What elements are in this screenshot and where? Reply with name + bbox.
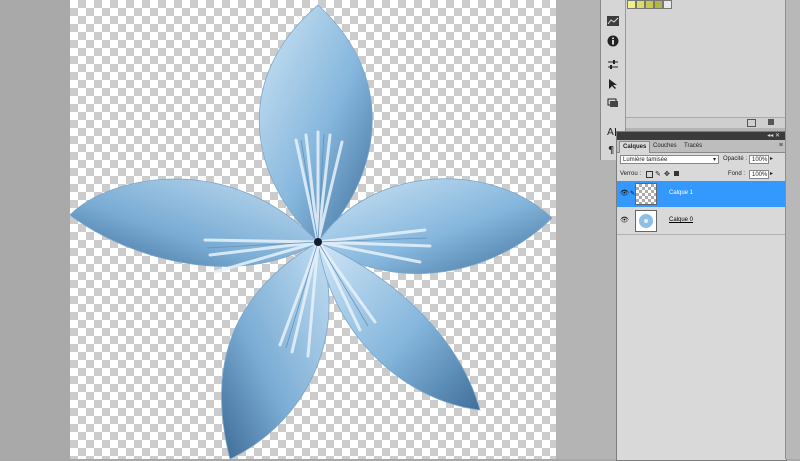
- histogram-icon[interactable]: [604, 12, 622, 30]
- lock-all-icon[interactable]: [674, 171, 679, 176]
- opacity-input[interactable]: 100%: [749, 155, 769, 164]
- layer-row-calque-1[interactable]: 👁 ✎ Calque 1: [617, 181, 786, 207]
- layer-name[interactable]: Calque 1: [669, 190, 693, 196]
- layer-comp-icon[interactable]: [604, 94, 622, 112]
- image-canvas[interactable]: [70, 0, 556, 459]
- chevron-right-icon[interactable]: ▸: [770, 155, 773, 162]
- swatch[interactable]: [627, 0, 636, 9]
- lock-move-icon[interactable]: ✥: [664, 170, 670, 178]
- eye-icon[interactable]: 👁: [620, 189, 629, 197]
- flower-center: [314, 238, 322, 246]
- swatches-panel: [625, 0, 786, 128]
- blend-mode-value: Lumière tamisée: [623, 157, 668, 163]
- swatches-panel-footer: [626, 117, 786, 128]
- lock-transparent-icon[interactable]: [646, 171, 653, 178]
- chevron-down-icon: ▾: [712, 157, 716, 163]
- new-swatch-icon[interactable]: [747, 119, 756, 127]
- petal-bottom-left: [221, 241, 330, 459]
- layers-panel-tabs: Calques Couches Tracés ≡: [617, 140, 786, 153]
- blend-mode-select[interactable]: Lumière tamisée ▾: [620, 155, 719, 164]
- layer-row-calque-0[interactable]: 👁 Calque 0: [617, 208, 786, 235]
- collapse-icon[interactable]: ◂◂ ✕: [767, 132, 780, 139]
- lock-row: Verrou : ✎ ✥ Fond : 100% ▸: [617, 168, 786, 182]
- opacity-label: Opacité :: [723, 156, 748, 162]
- blend-row: Lumière tamisée ▾ Opacité : 100% ▸: [617, 153, 786, 167]
- layer-name[interactable]: Calque 0: [669, 217, 693, 223]
- fill-input[interactable]: 100%: [749, 170, 769, 179]
- path-select-icon[interactable]: [604, 75, 622, 93]
- swatch[interactable]: [663, 0, 672, 9]
- info-icon[interactable]: [604, 32, 622, 50]
- tab-couches[interactable]: Couches: [650, 141, 680, 152]
- adjustments-icon[interactable]: [604, 56, 622, 74]
- scrollbar[interactable]: [785, 0, 800, 459]
- svg-text:¶: ¶: [608, 145, 614, 155]
- eye-icon[interactable]: 👁: [620, 216, 629, 224]
- fill-label: Fond :: [728, 171, 746, 177]
- panel-titlebar[interactable]: ◂◂ ✕: [617, 132, 786, 140]
- trash-icon[interactable]: [768, 119, 774, 125]
- layer-thumbnail: [635, 183, 657, 205]
- lock-paint-icon[interactable]: ✎: [655, 170, 661, 178]
- swatch[interactable]: [645, 0, 654, 9]
- chevron-right-icon[interactable]: ▸: [770, 170, 773, 177]
- panel-menu-icon[interactable]: ≡: [779, 142, 783, 149]
- svg-text:A: A: [607, 127, 614, 137]
- tab-calques[interactable]: Calques: [619, 141, 651, 153]
- lock-label: Verrou :: [620, 171, 642, 177]
- swatch[interactable]: [636, 0, 645, 9]
- swatch[interactable]: [654, 0, 663, 9]
- flower-artwork: [70, 4, 553, 459]
- layers-panel: ◂◂ ✕ Calques Couches Tracés ≡ Lumière ta…: [616, 131, 787, 461]
- layer-thumbnail: [635, 210, 657, 232]
- tab-traces[interactable]: Tracés: [681, 141, 705, 152]
